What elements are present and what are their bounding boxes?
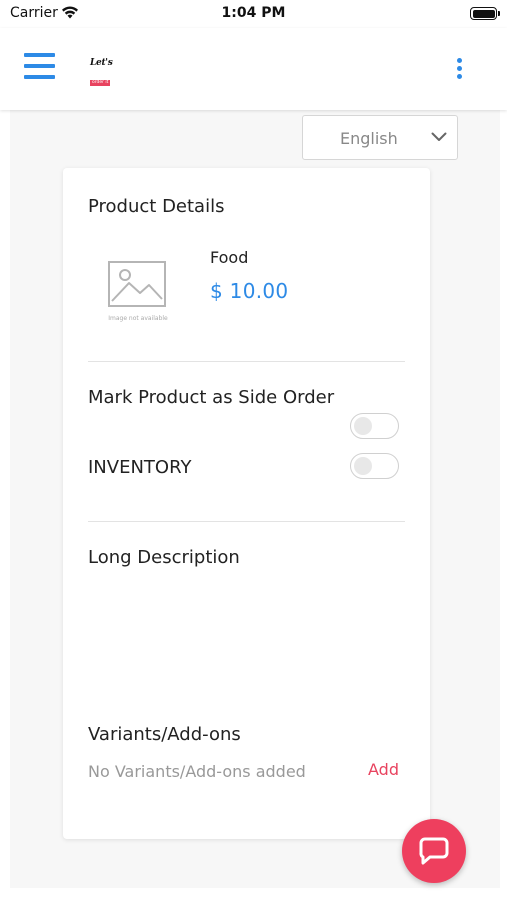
long-description-label: Long Description [88,547,240,568]
battery-icon [470,7,500,20]
card-title: Product Details [88,196,225,217]
chevron-down-icon [431,132,447,141]
product-details-card: Product Details Image not available Food… [63,168,430,839]
status-bar: Carrier 1:04 PM [0,0,507,28]
divider [88,361,405,362]
chat-button[interactable] [402,819,466,883]
product-name: Food [210,248,249,267]
app-header: Let's order it [0,28,507,110]
logo-text-top: Let's [90,58,113,68]
inventory-label: INVENTORY [88,457,192,478]
inventory-toggle[interactable] [350,453,399,479]
side-order-label: Mark Product as Side Order [88,387,335,408]
image-icon [108,261,166,307]
logo-text-bottom: order it [90,80,111,86]
app-logo: Let's order it [90,58,118,86]
toggle-knob [354,456,372,475]
vertical-dots-icon[interactable] [452,58,466,80]
toggle-knob [354,416,372,435]
side-order-toggle[interactable] [350,413,399,439]
add-variant-button[interactable]: Add [368,760,399,779]
language-select-value: English [340,129,398,148]
language-select[interactable]: English [302,115,458,160]
variants-label: Variants/Add-ons [88,724,241,745]
product-image-placeholder: Image not available [103,261,173,331]
chat-bubble-icon [419,837,449,865]
divider [88,521,405,522]
image-caption: Image not available [108,315,168,322]
product-price: $ 10.00 [210,279,289,303]
hamburger-menu-icon[interactable] [24,53,56,81]
status-time: 1:04 PM [221,5,286,21]
variants-empty-text: No Variants/Add-ons added [88,762,306,781]
